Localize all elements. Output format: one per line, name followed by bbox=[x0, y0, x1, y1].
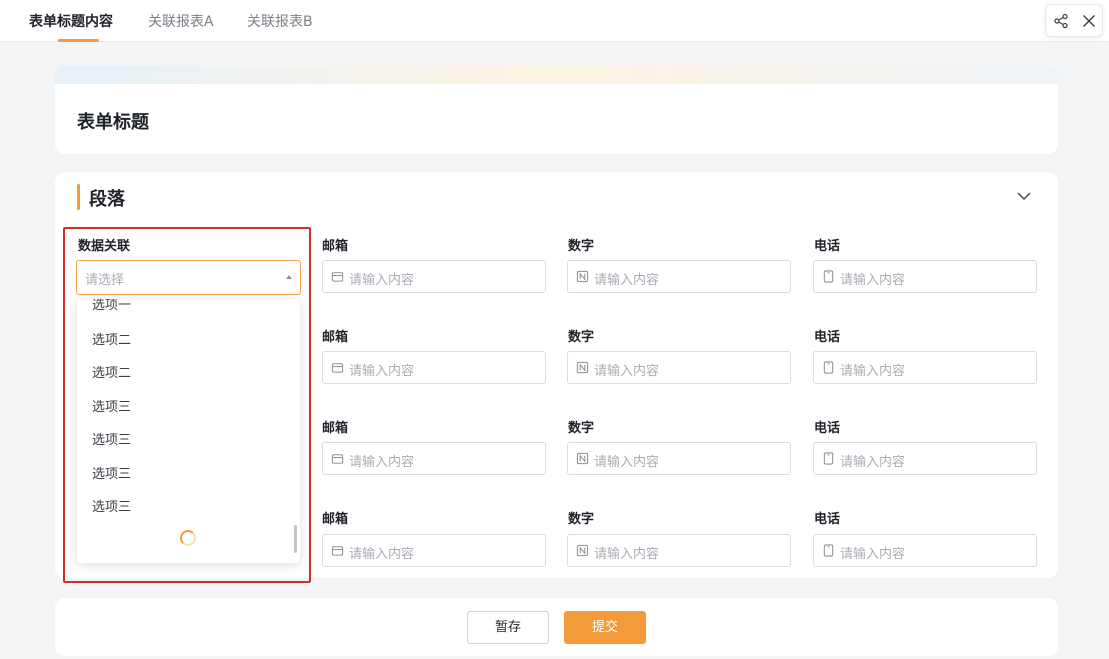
data-link-label: 数据关联 bbox=[78, 239, 131, 254]
share-icon[interactable] bbox=[1053, 13, 1069, 29]
phone-input[interactable]: 请输入内容 bbox=[813, 351, 1037, 384]
phone-icon bbox=[823, 361, 834, 374]
data-link-select[interactable]: 请选择 bbox=[76, 260, 301, 295]
phone-icon bbox=[823, 270, 834, 283]
caret-up-icon bbox=[286, 275, 292, 279]
data-link-dropdown: 选项一 选项二 选项二 选项三 选项三 选项三 选项三 bbox=[77, 299, 300, 563]
phone-input[interactable]: 请输入内容 bbox=[813, 442, 1037, 475]
input-placeholder: 请输入内容 bbox=[840, 547, 906, 562]
phone-label: 电话 bbox=[814, 239, 841, 254]
active-tab-underline bbox=[58, 39, 99, 42]
title-card-gradient bbox=[55, 66, 1058, 86]
dropdown-option[interactable]: 选项三 bbox=[92, 396, 131, 415]
email-input[interactable]: 请输入内容 bbox=[322, 534, 546, 567]
dropdown-option[interactable]: 选项三 bbox=[92, 429, 131, 448]
dropdown-option[interactable]: 选项二 bbox=[92, 362, 131, 381]
loading-spinner-icon bbox=[180, 530, 196, 546]
submit-button[interactable]: 提交 bbox=[564, 611, 646, 644]
email-label: 邮箱 bbox=[322, 421, 349, 436]
number-input[interactable]: 请输入内容 bbox=[567, 534, 791, 567]
number-label: 数字 bbox=[568, 421, 595, 436]
dropdown-option[interactable]: 选项三 bbox=[92, 463, 131, 482]
input-placeholder: 请输入内容 bbox=[349, 455, 415, 470]
input-placeholder: 请输入内容 bbox=[840, 364, 906, 379]
number-label: 数字 bbox=[568, 512, 595, 527]
dropdown-option[interactable]: 选项三 bbox=[92, 496, 131, 515]
top-action-group bbox=[1045, 4, 1103, 37]
input-placeholder: 请输入内容 bbox=[594, 364, 660, 379]
tab-label: 表单标题内容 bbox=[29, 14, 113, 30]
number-icon bbox=[576, 452, 589, 465]
dropdown-option[interactable]: 选项一 bbox=[92, 299, 131, 313]
section-title: 段落 bbox=[89, 189, 125, 210]
phone-label: 电话 bbox=[814, 512, 841, 527]
phone-icon bbox=[823, 544, 834, 557]
number-icon bbox=[576, 270, 589, 283]
mailbox-icon bbox=[331, 454, 344, 464]
mailbox-icon bbox=[331, 363, 344, 373]
email-input[interactable]: 请输入内容 bbox=[322, 260, 546, 293]
input-placeholder: 请输入内容 bbox=[594, 547, 660, 562]
phone-label: 电话 bbox=[814, 421, 841, 436]
input-placeholder: 请输入内容 bbox=[594, 455, 660, 470]
email-label: 邮箱 bbox=[322, 330, 349, 345]
number-label: 数字 bbox=[568, 239, 595, 254]
number-label: 数字 bbox=[568, 330, 595, 345]
tab-linked-report-a[interactable]: 关联报表A bbox=[148, 0, 214, 42]
number-icon bbox=[576, 361, 589, 374]
phone-input[interactable]: 请输入内容 bbox=[813, 534, 1037, 567]
tab-label: 关联报表B bbox=[247, 14, 313, 30]
input-placeholder: 请输入内容 bbox=[349, 364, 415, 379]
form-title: 表单标题 bbox=[77, 112, 149, 133]
mailbox-icon bbox=[331, 272, 344, 282]
input-placeholder: 请输入内容 bbox=[840, 273, 906, 288]
input-placeholder: 请输入内容 bbox=[349, 273, 415, 288]
footer-card: 暂存 提交 bbox=[55, 598, 1058, 656]
save-draft-button[interactable]: 暂存 bbox=[467, 611, 549, 644]
section-accent-bar bbox=[77, 184, 80, 210]
number-input[interactable]: 请输入内容 bbox=[567, 260, 791, 293]
input-placeholder: 请输入内容 bbox=[840, 455, 906, 470]
tab-linked-report-b[interactable]: 关联报表B bbox=[247, 0, 313, 42]
email-input[interactable]: 请输入内容 bbox=[322, 351, 546, 384]
input-placeholder: 请输入内容 bbox=[349, 547, 415, 562]
close-icon[interactable] bbox=[1081, 13, 1097, 29]
tab-label: 关联报表A bbox=[148, 14, 214, 30]
phone-input[interactable]: 请输入内容 bbox=[813, 260, 1037, 293]
select-placeholder: 请选择 bbox=[85, 273, 125, 288]
mailbox-icon bbox=[331, 546, 344, 556]
number-input[interactable]: 请输入内容 bbox=[567, 351, 791, 384]
tab-form-title-content[interactable]: 表单标题内容 bbox=[29, 0, 113, 42]
top-tab-bar: 表单标题内容 关联报表A 关联报表B bbox=[0, 0, 1109, 42]
form-title-card: 表单标题 bbox=[55, 84, 1058, 154]
phone-label: 电话 bbox=[814, 330, 841, 345]
number-input[interactable]: 请输入内容 bbox=[567, 442, 791, 475]
dropdown-option[interactable]: 选项二 bbox=[92, 329, 131, 348]
email-input[interactable]: 请输入内容 bbox=[322, 442, 546, 475]
phone-icon bbox=[823, 452, 834, 465]
input-placeholder: 请输入内容 bbox=[594, 273, 660, 288]
dropdown-scrollbar[interactable] bbox=[294, 525, 297, 553]
email-label: 邮箱 bbox=[322, 239, 349, 254]
chevron-down-icon[interactable] bbox=[1016, 188, 1032, 204]
email-label: 邮箱 bbox=[322, 512, 349, 527]
number-icon bbox=[576, 544, 589, 557]
